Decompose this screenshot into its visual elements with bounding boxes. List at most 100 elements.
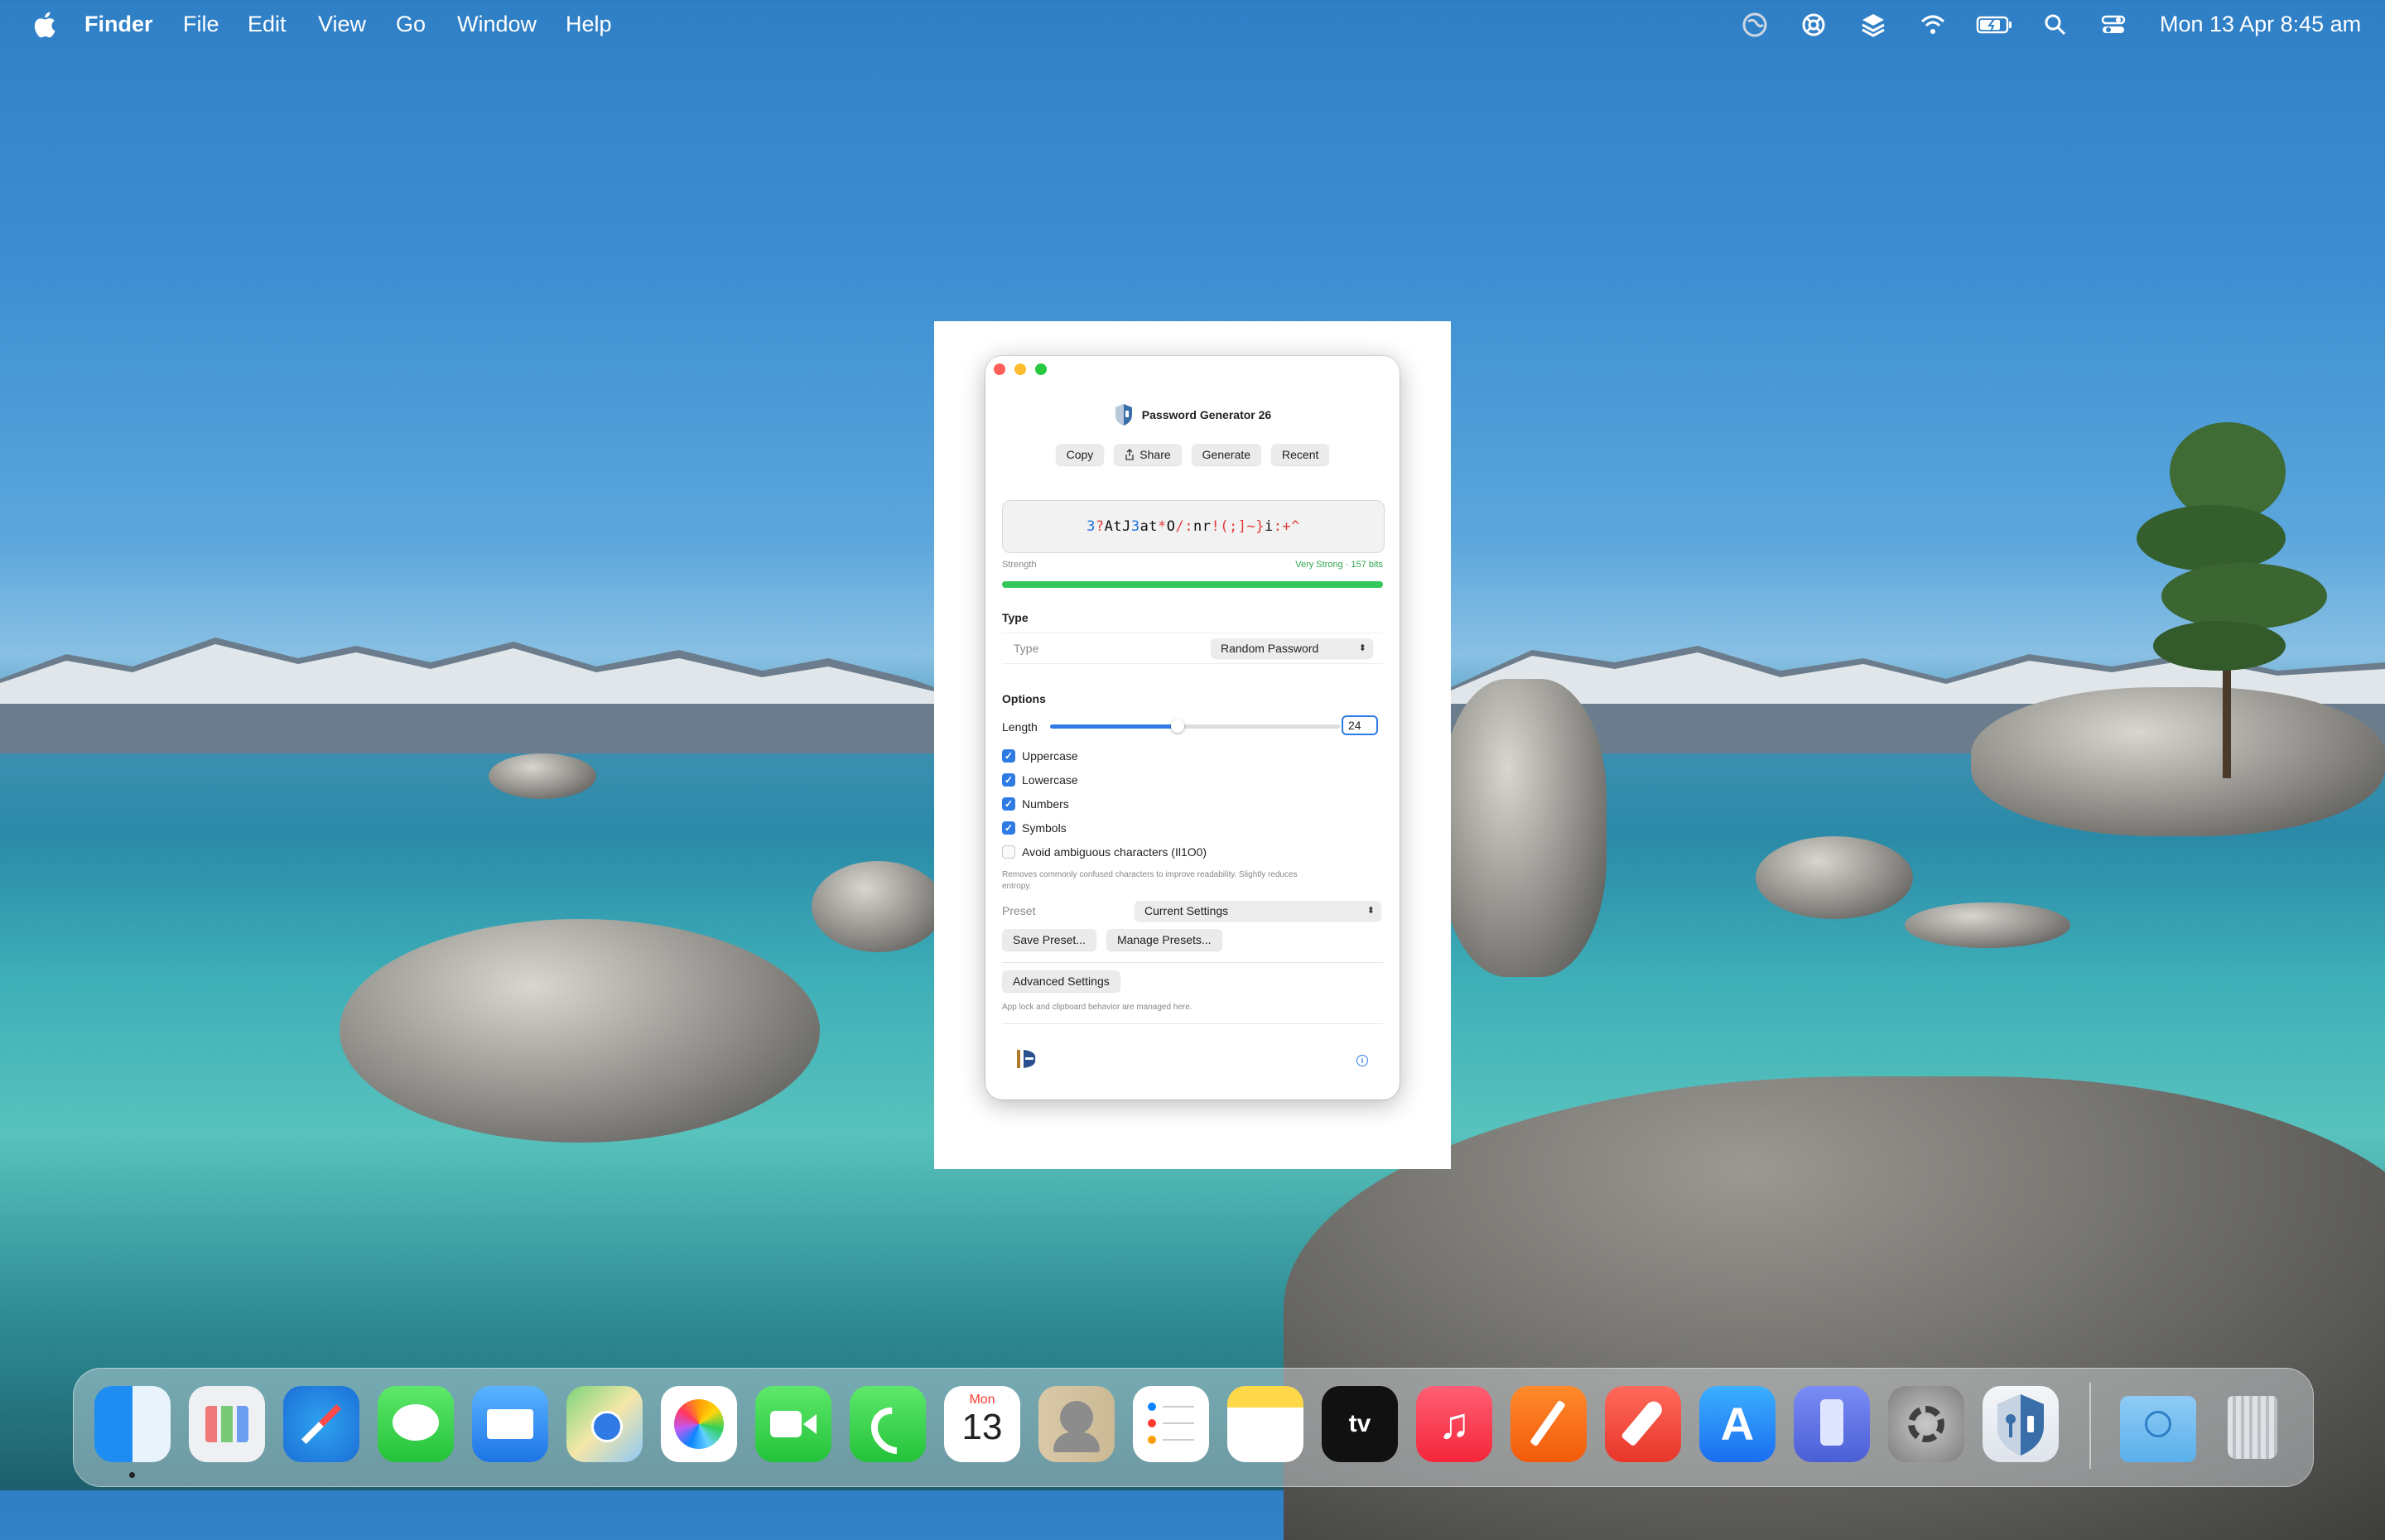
menu-bar: Finder File Edit View Go Window Help Mon…: [0, 0, 2385, 50]
divider: [1002, 1023, 1383, 1024]
length-field[interactable]: 24: [1342, 715, 1378, 735]
battery-icon[interactable]: [1976, 12, 2014, 38]
symbols-checkbox[interactable]: ✓: [1002, 821, 1015, 835]
avoid-ambiguous-option[interactable]: Avoid ambiguous characters (Il1O0): [1002, 843, 1207, 861]
preset-row: Preset Current Settings ⬍: [1002, 899, 1383, 922]
dock-iphone-mirroring-icon[interactable]: [1794, 1386, 1870, 1462]
dock-trash-icon[interactable]: [2214, 1386, 2291, 1462]
length-slider[interactable]: [1050, 719, 1340, 733]
lowercase-label: Lowercase: [1022, 773, 1078, 787]
dock-messages-icon[interactable]: [378, 1386, 454, 1462]
boulder: [1905, 902, 2070, 948]
developer-logo-icon[interactable]: [1014, 1047, 1038, 1071]
dock-pages-icon[interactable]: [1510, 1386, 1587, 1462]
password-segment: O: [1166, 518, 1176, 535]
app-logo-icon: [1115, 404, 1132, 426]
password-display[interactable]: 3? AtJ 3 at * O/: nr !(;]~} i:+^: [1002, 500, 1385, 553]
recent-label: Recent: [1282, 448, 1319, 461]
dock-music-icon[interactable]: ♫: [1416, 1386, 1492, 1462]
password-segment: ?: [1095, 518, 1105, 535]
preset-label: Preset: [1002, 904, 1036, 917]
menu-edit[interactable]: Edit: [248, 12, 287, 37]
advanced-hint: App lock and clipboard behavior are mana…: [1002, 1003, 1192, 1012]
dock-rocket-icon[interactable]: [1605, 1386, 1681, 1462]
uppercase-checkbox[interactable]: ✓: [1002, 749, 1015, 763]
copy-button[interactable]: Copy: [1055, 444, 1105, 465]
search-icon[interactable]: [2042, 12, 2069, 38]
save-preset-button[interactable]: Save Preset...: [1002, 929, 1096, 950]
boulder: [1441, 679, 1607, 977]
symbols-option[interactable]: ✓ Symbols: [1002, 819, 1067, 837]
dock-launchpad-icon[interactable]: [189, 1386, 265, 1462]
numbers-option[interactable]: ✓ Numbers: [1002, 795, 1069, 813]
advanced-settings-label: Advanced Settings: [1013, 975, 1110, 988]
menu-go[interactable]: Go: [396, 12, 426, 37]
menu-window[interactable]: Window: [457, 12, 537, 37]
dock-system-settings-icon[interactable]: [1888, 1386, 1964, 1462]
dock-password-generator-icon[interactable]: [1983, 1386, 2059, 1462]
dock-photos-icon[interactable]: [661, 1386, 737, 1462]
dock-safari-icon[interactable]: [283, 1386, 359, 1462]
advanced-actions: Advanced Settings: [1002, 970, 1120, 992]
info-icon[interactable]: i: [1356, 1055, 1368, 1066]
options-section-title: Options: [1002, 692, 1046, 705]
menu-clock[interactable]: Mon 13 Apr 8:45 am: [2160, 12, 2361, 37]
preset-select[interactable]: Current Settings ⬍: [1135, 901, 1381, 921]
dock-contacts-icon[interactable]: [1038, 1386, 1115, 1462]
numbers-checkbox[interactable]: ✓: [1002, 797, 1015, 811]
layers-icon[interactable]: [1860, 12, 1886, 38]
manage-presets-label: Manage Presets...: [1116, 933, 1212, 946]
globe-icon[interactable]: [1742, 12, 1768, 38]
avoid-ambiguous-checkbox[interactable]: [1002, 845, 1015, 859]
lifebuoy-icon[interactable]: [1800, 12, 1827, 38]
strength-value: Very Strong · 157 bits: [1295, 560, 1383, 570]
symbols-label: Symbols: [1022, 821, 1067, 835]
window-header: Password Generator 26: [985, 402, 1400, 427]
manage-presets-button[interactable]: Manage Presets...: [1106, 929, 1222, 950]
dock-facetime-icon[interactable]: [755, 1386, 831, 1462]
uppercase-option[interactable]: ✓ Uppercase: [1002, 747, 1078, 765]
dock-notes-icon[interactable]: [1227, 1386, 1303, 1462]
dock-app-store-icon[interactable]: A: [1699, 1386, 1776, 1462]
minimize-button[interactable]: [1014, 363, 1026, 375]
password-segment: nr: [1193, 518, 1212, 535]
dock-finder-icon[interactable]: [94, 1386, 171, 1462]
advanced-settings-button[interactable]: Advanced Settings: [1002, 970, 1120, 992]
password-segment: 3: [1130, 518, 1140, 535]
close-button[interactable]: [994, 363, 1005, 375]
menu-help[interactable]: Help: [566, 12, 612, 37]
wifi-icon[interactable]: [1920, 12, 1946, 38]
preset-actions: Save Preset... Manage Presets...: [1002, 929, 1222, 950]
recent-button[interactable]: Recent: [1271, 444, 1330, 465]
control-center-icon[interactable]: [2100, 12, 2127, 38]
type-select[interactable]: Random Password ⬍: [1211, 638, 1373, 658]
share-icon: [1125, 449, 1134, 460]
calendar-day: 13: [961, 1407, 1003, 1447]
generate-label: Generate: [1202, 448, 1251, 461]
dock-maps-icon[interactable]: [566, 1386, 643, 1462]
dock-calendar-icon[interactable]: Mon 13: [944, 1386, 1020, 1462]
password-segment: *: [1158, 518, 1167, 535]
dock-reminders-icon[interactable]: [1133, 1386, 1209, 1462]
menu-view[interactable]: View: [318, 12, 366, 37]
lowercase-option[interactable]: ✓ Lowercase: [1002, 771, 1078, 789]
share-button[interactable]: Share: [1114, 444, 1182, 465]
shield-key-icon: [1997, 1394, 2044, 1456]
dock-mail-icon[interactable]: [472, 1386, 548, 1462]
dock-tv-icon[interactable]: tv: [1322, 1386, 1398, 1462]
copy-label: Copy: [1066, 448, 1094, 461]
boulder: [340, 919, 820, 1143]
menu-app-name[interactable]: Finder: [84, 12, 153, 37]
dock-phone-icon[interactable]: [850, 1386, 928, 1464]
dock-downloads-folder-icon[interactable]: [2120, 1396, 2196, 1462]
lowercase-checkbox[interactable]: ✓: [1002, 773, 1015, 787]
password-segment: at: [1140, 518, 1159, 535]
strength-label: Strength: [1002, 560, 1037, 570]
apple-menu-icon[interactable]: [31, 11, 56, 39]
zoom-button[interactable]: [1035, 363, 1047, 375]
password-segment: AtJ: [1104, 518, 1131, 535]
type-select-value: Random Password: [1221, 642, 1319, 655]
menu-file[interactable]: File: [183, 12, 219, 37]
length-slider-knob[interactable]: [1171, 719, 1184, 733]
generate-button[interactable]: Generate: [1191, 444, 1262, 465]
